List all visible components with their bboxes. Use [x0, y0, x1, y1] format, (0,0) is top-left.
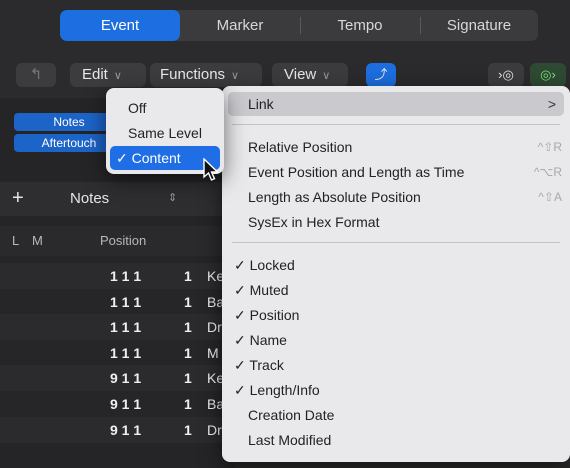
menu-item-event-position-time[interactable]: Event Position and Length as Time ^⌥R [222, 160, 570, 184]
editor-mode-segmented-control: Event Marker Tempo Signature [60, 10, 538, 41]
menu-item-position[interactable]: ✓ Position [222, 303, 570, 327]
link-label: Link [248, 96, 274, 112]
table-row[interactable]: 9 1 1 1 Dr [0, 416, 235, 443]
row-position: 9 1 1 [110, 421, 142, 438]
menu-item-track[interactable]: ✓ Track [222, 353, 570, 377]
menu-item-length-info[interactable]: ✓ Length/Info [222, 378, 570, 402]
tab-signature[interactable]: Signature [420, 10, 538, 41]
shortcut: ^⇧A [538, 190, 562, 204]
table-row[interactable]: 1 1 1 1 Ba [0, 288, 235, 315]
row-position: 1 1 1 [110, 344, 142, 361]
menu-item-off[interactable]: Off [106, 96, 224, 120]
menu-item-muted[interactable]: ✓ Muted [222, 278, 570, 302]
view-menu: Link > Relative Position ^⇧R Event Posit… [222, 86, 570, 462]
edit-label: Edit [82, 66, 108, 83]
row-name: Dr [207, 319, 222, 336]
menu-item-relative-position[interactable]: Relative Position ^⇧R [222, 135, 570, 159]
row-length: 1 [184, 268, 192, 284]
table-row[interactable]: 1 1 1 1 Dr [0, 314, 235, 341]
length-abs-label: Length as Absolute Position [248, 189, 421, 205]
create-event-row: + Notes ⇕ [0, 182, 235, 216]
column-position[interactable]: Position [100, 233, 146, 248]
edit-menu-button[interactable]: Edit ∨ [70, 63, 146, 87]
up-arrow-icon[interactable]: ↰ [16, 63, 56, 87]
mouse-pointer-icon [203, 158, 220, 181]
row-position: 1 1 1 [110, 293, 142, 310]
midi-filter-icon[interactable]: ⤴ [366, 63, 396, 87]
chevron-down-icon: ∨ [113, 70, 122, 82]
tab-event[interactable]: Event [60, 10, 180, 41]
row-position: 1 1 1 [110, 268, 142, 284]
event-time-label: Event Position and Length as Time [248, 164, 465, 180]
menu-item-last-modified[interactable]: Last Modified [222, 428, 570, 452]
shortcut: ^⇧R [537, 140, 562, 154]
column-m[interactable]: M [32, 233, 43, 248]
row-position: 9 1 1 [110, 396, 142, 412]
column-l[interactable]: L [12, 233, 19, 248]
row-length: 1 [184, 396, 192, 412]
tab-tempo[interactable]: Tempo [300, 10, 420, 41]
menu-item-same-level[interactable]: Same Level [106, 121, 224, 145]
table-row[interactable]: 9 1 1 1 Ke [0, 365, 235, 392]
event-list-header: L M Position [0, 226, 235, 256]
menu-item-locked[interactable]: ✓ Locked [222, 253, 570, 277]
menu-item-link[interactable]: Link > [228, 92, 564, 116]
row-name: M [207, 344, 219, 361]
add-event-button[interactable]: + [12, 187, 24, 210]
table-row[interactable]: 1 1 1 1M [0, 339, 235, 366]
row-length: 1 [184, 293, 192, 310]
menu-item-sysex-hex[interactable]: SysEx in Hex Format [222, 210, 570, 234]
event-type-select[interactable]: Notes [70, 190, 109, 207]
row-length: 1 [184, 421, 192, 438]
separator [232, 124, 560, 125]
midi-out-icon[interactable]: ◎› [530, 63, 566, 87]
shortcut: ^⌥R [533, 165, 562, 179]
view-label: View [284, 66, 317, 83]
menu-item-name[interactable]: ✓ Name [222, 328, 570, 352]
select-chevron-icon: ⇕ [168, 192, 178, 204]
submenu-arrow-icon: > [547, 96, 556, 112]
view-menu-button[interactable]: View ∨ [272, 63, 348, 87]
row-position: 9 1 1 [110, 370, 142, 387]
menu-item-length-absolute[interactable]: Length as Absolute Position ^⇧A [222, 185, 570, 209]
relative-label: Relative Position [248, 139, 353, 155]
separator [232, 242, 560, 243]
row-length: 1 [184, 370, 192, 387]
table-row[interactable]: 9 1 1 1 Ba [0, 391, 235, 417]
row-position: 1 1 1 [110, 319, 142, 336]
row-name: Dr [207, 421, 222, 438]
row-length: 1 [184, 319, 192, 336]
row-length: 1 [184, 344, 192, 361]
tab-marker[interactable]: Marker [180, 10, 300, 41]
midi-in-icon[interactable]: ›◎ [488, 63, 524, 87]
menu-item-creation-date[interactable]: Creation Date [222, 403, 570, 427]
chevron-down-icon: ∨ [322, 70, 331, 82]
table-row[interactable]: 1 1 1 1 Ke [0, 263, 235, 289]
chevron-down-icon: ∨ [231, 70, 240, 82]
functions-menu-button[interactable]: Functions ∨ [150, 63, 262, 87]
functions-label: Functions [160, 66, 226, 83]
